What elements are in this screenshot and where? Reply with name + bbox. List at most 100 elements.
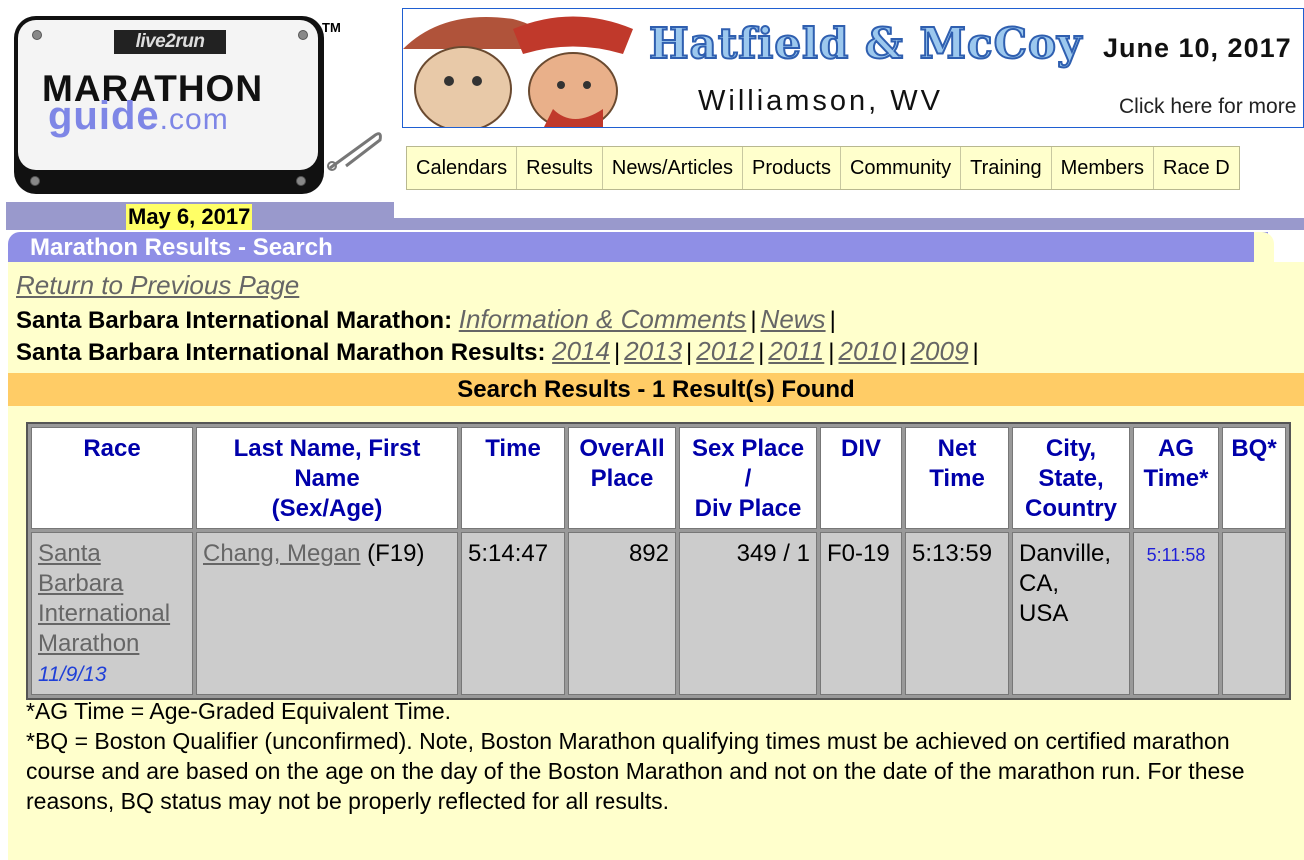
country-text: USA <box>1019 600 1069 627</box>
col-race: Race <box>31 427 193 529</box>
header-strip <box>394 218 1304 230</box>
cell-overall: 892 <box>568 532 676 695</box>
banner-date: June 10, 2017 <box>1103 33 1292 63</box>
year-link-2014[interactable]: 2014 <box>552 336 610 366</box>
main-nav: Calendars Results News/Articles Products… <box>406 146 1240 190</box>
logo-brand: live2run <box>114 30 226 54</box>
information-comments-link[interactable]: Information & Comments <box>459 304 747 334</box>
cell-bq <box>1222 532 1286 695</box>
marathonguide-logo[interactable]: live2run MARATHON guide.com <box>14 16 324 194</box>
screw-icon <box>32 30 42 40</box>
table-row: Santa Barbara International Marathon 11/9/1… <box>31 532 1286 695</box>
hatfield-mccoy-banner-ad[interactable]: Hatfield & McCoy June 10, 2017 Williamso… <box>402 8 1304 128</box>
news-link[interactable]: News <box>761 304 826 334</box>
safety-pin-icon <box>327 132 382 171</box>
race-results-line: Santa Barbara International Marathon Res… <box>16 336 983 367</box>
logo-card: live2run MARATHON guide.com <box>18 20 318 170</box>
separator: | <box>750 307 757 334</box>
race-info-line: Santa Barbara International Marathon: In… <box>16 304 840 335</box>
separator: | <box>758 339 765 366</box>
results-count-bar: Search Results - 1 Result(s) Found <box>8 373 1304 406</box>
col-net-label: Net <box>937 435 977 462</box>
cell-div: F0-19 <box>820 532 902 695</box>
race-results-label: Santa Barbara International Marathon Res… <box>16 339 546 366</box>
race-link-text: International <box>38 600 171 627</box>
year-link-2011[interactable]: 2011 <box>768 336 824 366</box>
separator: | <box>900 339 907 366</box>
col-overall-label: Place <box>590 465 654 492</box>
col-bq: BQ* <box>1222 427 1286 529</box>
col-div-label: DIV <box>840 435 881 462</box>
col-ag-label: AG <box>1158 435 1194 462</box>
col-sex-label: Sex Place <box>691 435 805 462</box>
nav-training[interactable]: Training <box>960 147 1051 189</box>
col-name-label: Last Name, First <box>233 435 421 462</box>
screw-icon <box>30 176 40 186</box>
race-link[interactable]: Santa Barbara International Marathon <box>38 540 170 657</box>
section-header: Marathon Results - Search <box>8 232 1268 262</box>
results-table: Race Last Name, First Name (Sex/Age) Time … <box>26 422 1291 700</box>
separator: | <box>829 307 836 334</box>
col-name-label: (Sex/Age) <box>271 495 383 522</box>
separator: | <box>972 339 979 366</box>
col-overall: OverAll Place <box>568 427 676 529</box>
return-previous-link[interactable]: Return to Previous Page <box>16 270 299 301</box>
separator: | <box>686 339 693 366</box>
col-sex-label: / <box>744 465 752 492</box>
cell-ag-time: 5:11:58 <box>1133 532 1219 695</box>
city-text: Danville, <box>1019 540 1112 567</box>
table-header-row: Race Last Name, First Name (Sex/Age) Time … <box>31 427 1286 529</box>
col-net-time: Net Time <box>905 427 1009 529</box>
cell-net-time: 5:13:59 <box>905 532 1009 695</box>
col-name-label: Name <box>294 465 360 492</box>
race-date: 11/9/13 <box>38 663 107 686</box>
year-link-2009[interactable]: 2009 <box>911 336 969 366</box>
race-link-text: Santa <box>38 540 101 567</box>
col-race-label: Race <box>83 435 141 462</box>
state-text: CA, <box>1019 570 1060 597</box>
col-city-label: Country <box>1025 495 1117 522</box>
nav-products[interactable]: Products <box>742 147 840 189</box>
col-city-label: City, <box>1045 435 1097 462</box>
year-link-2013[interactable]: 2013 <box>624 336 682 366</box>
ag-time-link[interactable]: 5:11:58 <box>1147 545 1206 565</box>
nav-community[interactable]: Community <box>839 147 961 189</box>
current-date: May 6, 2017 <box>126 204 253 230</box>
col-time-label: Time <box>485 435 541 462</box>
col-overall-label: OverAll <box>579 435 665 462</box>
cell-name: Chang, Megan (F19) <box>196 532 458 695</box>
col-ag-time: AG Time* <box>1133 427 1219 529</box>
logo-com-word: .com <box>159 103 229 136</box>
logo-guide-text: guide.com <box>48 94 229 139</box>
screw-icon <box>298 30 308 40</box>
logo-guide-word: guide <box>48 94 160 138</box>
cell-race: Santa Barbara International Marathon 11/9/1… <box>31 532 193 695</box>
ag-footnote: *AG Time = Age-Graded Equivalent Time. <box>26 698 452 724</box>
runner-name-link[interactable]: Chang, Megan <box>203 540 360 567</box>
col-net-label: Time <box>929 465 985 492</box>
section-title: Marathon Results - Search <box>30 234 333 261</box>
screw-icon <box>296 176 306 186</box>
banner-more-link[interactable]: Click here for more <box>1119 95 1296 119</box>
race-link-text: Barbara <box>38 570 124 597</box>
year-link-2010[interactable]: 2010 <box>839 336 897 366</box>
cell-sex-div-place: 349 / 1 <box>679 532 817 695</box>
banner-title: Hatfield & McCoy <box>648 18 1083 69</box>
col-city-label: State, <box>1038 465 1104 492</box>
footnotes: *AG Time = Age-Graded Equivalent Time. *… <box>26 696 1266 816</box>
cell-city: Danville, CA, USA <box>1012 532 1130 695</box>
separator: | <box>828 339 835 366</box>
nav-race-directors[interactable]: Race D <box>1152 147 1239 189</box>
runner-sex-age: (F19) <box>367 540 425 567</box>
col-ag-label: Time* <box>1143 465 1209 492</box>
nav-calendars[interactable]: Calendars <box>407 147 517 189</box>
nav-news-articles[interactable]: News/Articles <box>601 147 743 189</box>
nav-results[interactable]: Results <box>516 147 602 189</box>
section-header-corner <box>1254 232 1274 262</box>
col-bq-label: BQ* <box>1231 435 1277 462</box>
trademark-mark: TM <box>322 20 341 35</box>
separator: | <box>613 339 621 366</box>
cartoon-characters-icon <box>403 9 643 127</box>
year-link-2012[interactable]: 2012 <box>696 336 754 366</box>
nav-members[interactable]: Members <box>1050 147 1153 189</box>
